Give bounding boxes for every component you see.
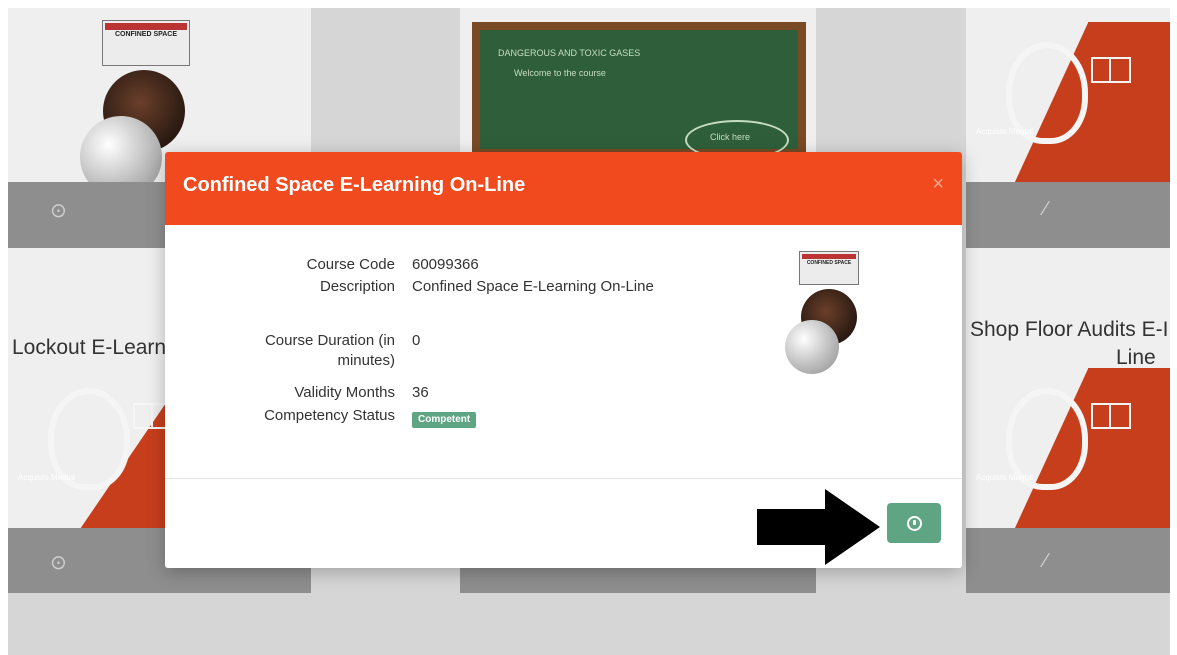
competency-status-badge: Competent (412, 412, 477, 428)
confined-space-sign: CONFINED SPACE (799, 251, 859, 285)
description-label: Description (319, 278, 395, 295)
pencil-icon[interactable]: ∕ (1044, 198, 1047, 221)
duration-value: 0 (412, 332, 421, 349)
chalkboard-thumbnail: DANGEROUS AND TOXIC GASES Welcome to the… (472, 22, 806, 160)
lockout-tile-title: Lockout E-Learn (12, 336, 167, 359)
course-code-label: Course Code (306, 256, 395, 273)
description-value: Confined Space E-Learning On-Line (412, 278, 654, 295)
play-circle-icon[interactable]: ⊙ (50, 198, 67, 223)
modal-body: Course Code 60099366 Description Confine… (165, 225, 962, 477)
duration-label: Course Duration (in minutes) (264, 332, 395, 369)
shop-floor-tile-title-line2: Line (1116, 346, 1156, 369)
validity-value: 36 (412, 384, 429, 401)
close-icon[interactable]: × (932, 174, 944, 194)
tile-action-bar (966, 528, 1170, 593)
validity-label: Validity Months (294, 384, 395, 401)
start-course-button[interactable] (887, 503, 941, 543)
arrow-right-icon (757, 489, 880, 565)
modal-title: Confined Space E-Learning On-Line (183, 174, 526, 196)
logo-thumbnail: Acquisto Mental (966, 368, 1170, 528)
shop-floor-tile-title: Shop Floor Audits E-I (970, 318, 1169, 341)
course-tile-right-bg[interactable]: Acquisto Mental ∕ (966, 8, 1170, 248)
manhole-cover-light (785, 320, 839, 374)
competency-label: Competency Status (264, 407, 395, 424)
modal-header: Confined Space E-Learning On-Line × (165, 152, 962, 225)
confined-space-sign: CONFINED SPACE (102, 20, 190, 66)
logo-thumbnail: Acquisto Mental (966, 22, 1170, 182)
power-icon (906, 515, 922, 531)
play-circle-icon[interactable]: ⊙ (50, 550, 67, 575)
course-tile-shop-floor-bg[interactable]: Shop Floor Audits E-I Line Acquisto Ment… (966, 248, 1170, 593)
pencil-icon[interactable]: ∕ (1044, 550, 1047, 573)
course-code-value: 60099366 (412, 256, 479, 273)
tile-action-bar (966, 182, 1170, 248)
